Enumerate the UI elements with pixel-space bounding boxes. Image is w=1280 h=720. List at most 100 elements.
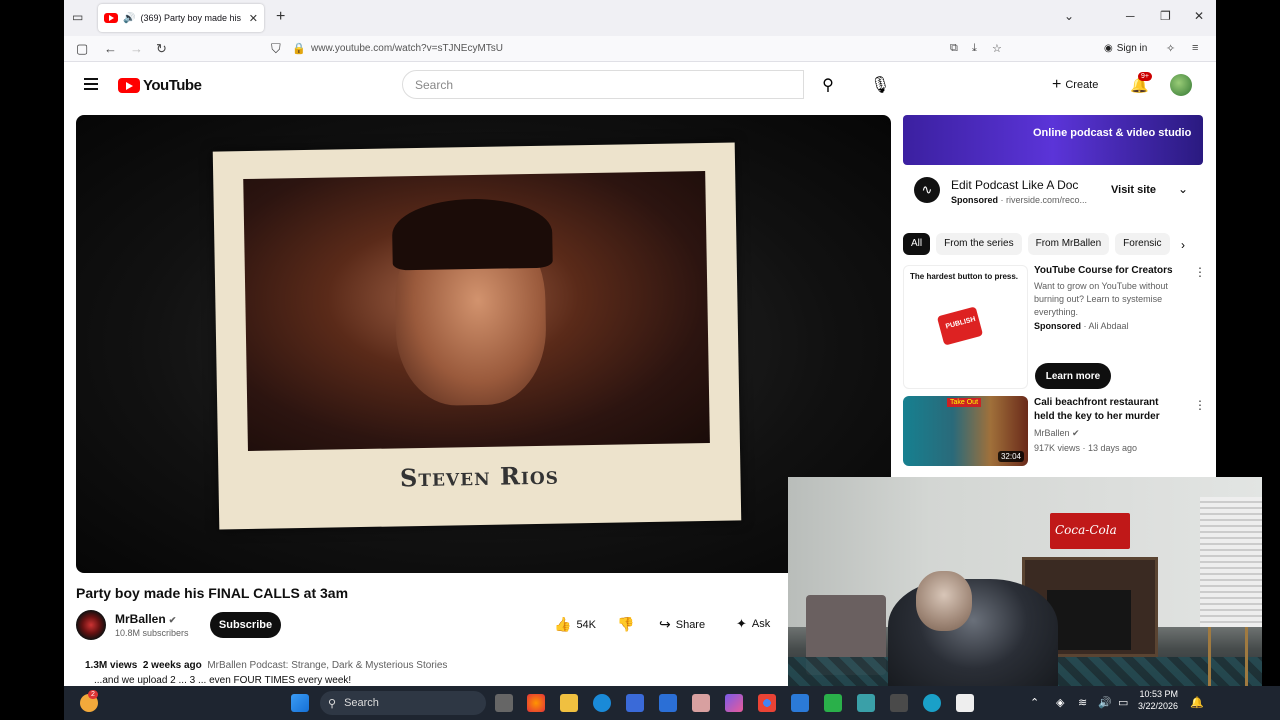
sidebar-toggle-icon[interactable]: ▢ bbox=[76, 41, 88, 57]
app-icon[interactable] bbox=[824, 694, 842, 712]
copilot-icon[interactable] bbox=[725, 694, 743, 712]
chip-all[interactable]: All bbox=[903, 233, 931, 255]
url-bar[interactable]: www.youtube.com/watch?v=sTJNEcyMTsU bbox=[311, 43, 503, 54]
wifi-icon[interactable]: ≋ bbox=[1078, 696, 1087, 709]
sign-in-button[interactable]: ◉ Sign in bbox=[1104, 43, 1147, 54]
menu-icon[interactable]: ≡ bbox=[1192, 42, 1198, 54]
channel-avatar[interactable] bbox=[76, 610, 106, 640]
microphone-icon[interactable]: 🎙 bbox=[870, 75, 890, 95]
portrait-photo bbox=[243, 170, 710, 452]
edge-icon[interactable] bbox=[593, 694, 611, 712]
ad-domain: · riverside.com/reco... bbox=[1000, 195, 1088, 205]
battery-icon[interactable]: ▭ bbox=[1118, 696, 1128, 709]
create-button[interactable]: + Create bbox=[1052, 76, 1098, 94]
close-tab-icon[interactable]: ✕ bbox=[249, 12, 258, 25]
like-button[interactable]: 👍 54K bbox=[554, 616, 596, 633]
rec-title[interactable]: Cali beachfront restaurant held the key … bbox=[1034, 396, 1174, 424]
restore-icon[interactable]: ❐ bbox=[1160, 9, 1171, 23]
firefox-icon[interactable] bbox=[527, 694, 545, 712]
video-player[interactable]: Steven Rios bbox=[76, 115, 891, 573]
save-icon[interactable]: ⤓ bbox=[972, 42, 977, 55]
app-icon[interactable] bbox=[659, 694, 677, 712]
taskbar-search[interactable]: ⚲ Search bbox=[320, 691, 486, 715]
duration-badge: 32:04 bbox=[997, 451, 1024, 462]
chip-from-the-series[interactable]: From the series bbox=[936, 233, 1022, 255]
chevron-down-icon[interactable]: ⌄ bbox=[1178, 182, 1188, 196]
riverside-logo-icon: ∿ bbox=[914, 177, 940, 203]
chrome-icon[interactable] bbox=[758, 694, 776, 712]
ask-button[interactable]: ✦ Ask bbox=[736, 616, 770, 632]
network-icon[interactable]: ◈ bbox=[1056, 696, 1064, 709]
new-tab-icon[interactable]: + bbox=[276, 8, 285, 26]
upload-age: 2 weeks ago bbox=[142, 660, 202, 671]
thumbnail-title: The hardest button to press. bbox=[910, 272, 1019, 281]
video-thumbnail[interactable]: Take Out 32:04 bbox=[903, 396, 1028, 466]
visit-site-button[interactable]: Visit site bbox=[1111, 184, 1156, 196]
sign-text: Coca-Cola bbox=[1055, 523, 1117, 537]
sponsored-thumbnail[interactable]: The hardest button to press. PUBLISH bbox=[903, 265, 1028, 389]
app-icon[interactable] bbox=[923, 694, 941, 712]
file-explorer-icon[interactable] bbox=[560, 694, 578, 712]
volume-icon[interactable]: 🔊 bbox=[1098, 696, 1112, 709]
rec-sponsor-line: Sponsored · Ali Abdaal bbox=[1034, 320, 1129, 333]
notification-icon[interactable]: 🔔 bbox=[1190, 696, 1204, 709]
channel-name[interactable]: MrBallen ✔ bbox=[115, 612, 176, 626]
rec-description: Want to grow on YouTube without burning … bbox=[1034, 281, 1168, 317]
account-icon: ◉ bbox=[1104, 43, 1113, 54]
ad-banner-text: Online podcast & video studio bbox=[1033, 127, 1192, 139]
search-input[interactable]: Search bbox=[402, 70, 804, 99]
picture-in-picture-icon[interactable]: ⧉ bbox=[950, 42, 958, 55]
forward-icon[interactable]: → bbox=[130, 41, 143, 56]
task-view-icon[interactable] bbox=[495, 694, 513, 712]
notification-badge: 2 bbox=[88, 690, 98, 699]
reload-icon[interactable]: ↻ bbox=[156, 41, 167, 57]
more-vert-icon[interactable]: ⋮ bbox=[1194, 265, 1206, 279]
rec-channel[interactable]: MrBallen ✔ bbox=[1034, 427, 1080, 440]
app-icon[interactable] bbox=[857, 694, 875, 712]
rec-title[interactable]: YouTube Course for Creators bbox=[1034, 264, 1174, 278]
tab-list-icon[interactable]: ▭ bbox=[72, 10, 86, 24]
coca-cola-sign: Coca-Cola bbox=[1050, 513, 1130, 549]
search-icon[interactable]: ⚲ bbox=[804, 70, 852, 99]
podcast-category[interactable]: MrBallen Podcast: Strange, Dark & Myster… bbox=[207, 660, 447, 671]
chip-from-mrballen[interactable]: From MrBallen bbox=[1027, 233, 1110, 255]
clock[interactable]: 10:53 PM 3/22/2026 bbox=[1138, 688, 1178, 712]
windows-start-icon[interactable] bbox=[291, 694, 309, 712]
ad-banner[interactable]: Online podcast & video studio bbox=[903, 115, 1203, 165]
minimize-icon[interactable]: ─ bbox=[1126, 9, 1135, 23]
description-meta[interactable]: 1.3M views 2 weeks ago MrBallen Podcast:… bbox=[85, 660, 447, 671]
app-icon[interactable] bbox=[692, 694, 710, 712]
hair-image bbox=[391, 197, 553, 271]
shield-icon[interactable]: ⛉ bbox=[271, 41, 281, 57]
sponsored-label: Sponsored bbox=[1034, 321, 1082, 331]
extensions-icon[interactable]: ✧ bbox=[1166, 42, 1175, 55]
chevron-down-icon[interactable]: ⌄ bbox=[1064, 9, 1074, 23]
ad-title[interactable]: Edit Podcast Like A Doc bbox=[951, 178, 1078, 192]
app-icon[interactable] bbox=[956, 694, 974, 712]
chip-forensic[interactable]: Forensic bbox=[1115, 233, 1170, 255]
bookmark-star-icon[interactable]: ☆ bbox=[992, 42, 1002, 55]
subscriber-count: 10.8M subscribers bbox=[115, 628, 189, 638]
share-button[interactable]: ↪ Share bbox=[659, 616, 705, 633]
dislike-button[interactable]: 👎 bbox=[617, 616, 634, 633]
video-title: Party boy made his FINAL CALLS at 3am bbox=[76, 585, 349, 601]
youtube-logo[interactable]: YouTube bbox=[118, 77, 202, 94]
active-tab[interactable]: 🔊 (369) Party boy made his FI ✕ bbox=[98, 4, 264, 32]
lock-icon[interactable]: 🔒 bbox=[292, 42, 306, 55]
subscribe-button[interactable]: Subscribe bbox=[210, 612, 281, 638]
chevron-up-icon[interactable]: ⌃ bbox=[1030, 696, 1039, 709]
more-vert-icon[interactable]: ⋮ bbox=[1194, 398, 1206, 412]
app-icon[interactable] bbox=[890, 694, 908, 712]
close-window-icon[interactable]: ✕ bbox=[1194, 9, 1204, 23]
chevron-right-icon[interactable]: › bbox=[1181, 238, 1185, 252]
store-icon[interactable] bbox=[626, 694, 644, 712]
speaker-icon[interactable]: 🔊 bbox=[123, 13, 135, 24]
hamburger-menu-icon[interactable] bbox=[84, 78, 98, 90]
back-icon[interactable]: ← bbox=[104, 41, 117, 56]
avatar[interactable] bbox=[1170, 74, 1192, 96]
app-icon[interactable] bbox=[791, 694, 809, 712]
youtube-play-icon bbox=[118, 78, 140, 93]
learn-more-button[interactable]: Learn more bbox=[1035, 363, 1111, 389]
taskbar-search-label: Search bbox=[344, 697, 379, 709]
channel-name-label: MrBallen bbox=[115, 612, 166, 626]
